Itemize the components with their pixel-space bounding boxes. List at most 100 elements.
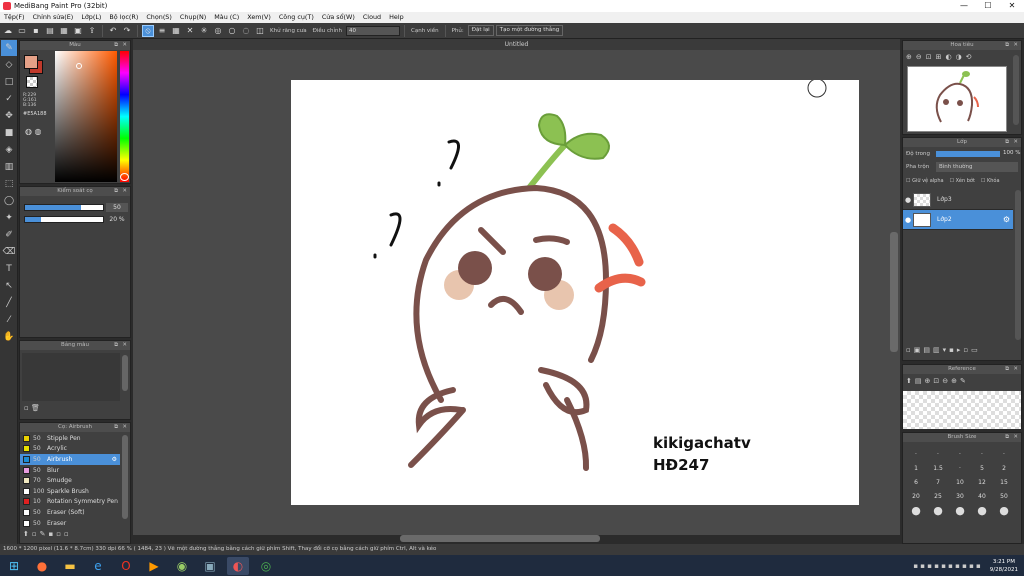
bucket-icon[interactable]: ◈ xyxy=(1,142,17,158)
brush-size-option[interactable]: 50 xyxy=(993,489,1015,503)
correction-select[interactable]: 40 xyxy=(346,25,400,36)
float-icon[interactable]: ⧉ xyxy=(1005,138,1009,147)
brush-item[interactable]: 50 Acrylic xyxy=(20,444,120,455)
redo-icon[interactable]: ↷ xyxy=(121,25,133,37)
menu-snap[interactable]: Chụp(N) xyxy=(176,12,210,23)
reference-preview[interactable] xyxy=(903,391,1021,429)
save-icon[interactable]: ▪ xyxy=(30,25,42,37)
brush-opacity-slider[interactable] xyxy=(24,216,104,223)
drawing-canvas[interactable]: kikigachatv HĐ247 xyxy=(291,78,859,505)
color-wheel-icon[interactable]: ◍ ◍ xyxy=(25,127,42,136)
layer-item-selected[interactable]: ● Lớp2 ⚙ xyxy=(903,210,1013,230)
menu-file[interactable]: Tệp(F) xyxy=(0,12,29,23)
brush-size-option[interactable]: ● xyxy=(971,503,993,517)
gradient-icon[interactable]: ▥ xyxy=(1,159,17,175)
hue-slider[interactable] xyxy=(120,51,129,182)
close-icon[interactable]: ✕ xyxy=(1013,365,1018,374)
opera-icon[interactable]: O xyxy=(115,557,137,575)
brush-item[interactable]: 100 Sparkle Brush xyxy=(20,486,120,497)
float-icon[interactable]: ⧉ xyxy=(114,187,118,196)
navigator-zoom-controls[interactable]: ⊕⊖⊡⊞◐◑⟲ xyxy=(906,53,976,61)
brush-size-option[interactable]: ● xyxy=(905,503,927,517)
palette-scrollbar[interactable] xyxy=(122,355,128,391)
menu-edit[interactable]: Chỉnh sửa(E) xyxy=(29,12,78,23)
brush-actions-toolbar[interactable]: ⬆▫✎▪▫▫ xyxy=(23,530,72,538)
brush-size-option[interactable]: 30 xyxy=(949,489,971,503)
navigator-preview[interactable] xyxy=(907,66,1007,132)
brush-size-option[interactable]: 5 xyxy=(971,461,993,475)
operation-tool-icon[interactable]: ↖ xyxy=(1,278,17,294)
close-icon[interactable]: ✕ xyxy=(122,423,127,432)
brush-size-option[interactable]: ● xyxy=(949,503,971,517)
brush-size-option[interactable]: ● xyxy=(993,503,1015,517)
palette-swatches-area[interactable] xyxy=(22,353,120,401)
maximize-button[interactable]: ☐ xyxy=(976,0,1000,12)
visibility-icon[interactable]: ● xyxy=(903,196,913,204)
brush-list-scrollbar[interactable] xyxy=(122,435,128,519)
brush-size-option[interactable]: 15 xyxy=(993,475,1015,489)
brush-size-option[interactable]: · xyxy=(927,447,949,461)
layer-item[interactable]: ● Lớp3 xyxy=(903,190,1013,210)
document-tab[interactable]: Untitled xyxy=(133,39,900,50)
straight-line-button[interactable]: Tạo một đường thẳng xyxy=(495,25,564,36)
open-icon[interactable]: ▤ xyxy=(44,25,56,37)
hue-cursor[interactable] xyxy=(120,173,129,181)
menu-select[interactable]: Chọn(S) xyxy=(142,12,176,23)
text-tool-icon[interactable]: T xyxy=(1,261,17,277)
lasso-icon[interactable]: ◯ xyxy=(1,193,17,209)
navigator-scrollbar[interactable] xyxy=(1013,55,1019,125)
pattern-ring-icon[interactable]: ○ xyxy=(226,25,238,37)
brush-item[interactable]: 50 Eraser xyxy=(20,518,120,529)
brush-size-option[interactable]: 10 xyxy=(949,475,971,489)
pattern-cross-icon[interactable]: ✕ xyxy=(184,25,196,37)
menu-cloud[interactable]: Cloud xyxy=(359,12,385,23)
layer-scrollbar[interactable] xyxy=(1015,190,1021,340)
close-icon[interactable]: ✕ xyxy=(122,187,127,196)
close-icon[interactable]: ✕ xyxy=(122,341,127,350)
transparent-swatch[interactable] xyxy=(26,76,38,88)
computer-icon[interactable]: ▣ xyxy=(199,557,221,575)
app-icon[interactable]: ◉ xyxy=(171,557,193,575)
brush-size-option[interactable]: 6 xyxy=(905,475,927,489)
firefox-icon[interactable]: ● xyxy=(31,557,53,575)
close-icon[interactable]: ✕ xyxy=(1013,41,1018,50)
divide-tool-icon[interactable]: ╱ xyxy=(1,295,17,311)
close-icon[interactable]: ✕ xyxy=(122,41,127,50)
lock-checkbox[interactable]: ☐ Khóa xyxy=(981,178,1000,184)
chrome-icon[interactable]: ◎ xyxy=(255,557,277,575)
pattern-curve-icon[interactable]: ◌ xyxy=(240,25,252,37)
float-icon[interactable]: ⧉ xyxy=(1005,41,1009,50)
brush-size-option[interactable]: 1.5 xyxy=(927,461,949,475)
select-eraser-icon[interactable]: ⌫ xyxy=(1,244,17,260)
ruler-icon[interactable]: ◫ xyxy=(254,25,266,37)
clock[interactable]: 3:21 PM 9/28/2021 xyxy=(990,558,1018,574)
float-icon[interactable]: ⧉ xyxy=(1005,365,1009,374)
shape-tool-icon[interactable]: □ xyxy=(1,74,17,90)
tray-icons[interactable]: ▪ ▪ ▪ ▪ ▪ ▪ ▪ ▪ ▪ ▪ xyxy=(913,562,980,570)
visibility-icon[interactable]: ● xyxy=(903,216,913,224)
canvas-horizontal-scrollbar[interactable] xyxy=(400,535,600,542)
cloud-upload-icon[interactable]: ☁ xyxy=(2,25,14,37)
grid-icon[interactable]: ▦ xyxy=(58,25,70,37)
brush-item[interactable]: 50 Blur xyxy=(20,465,120,476)
hex-value[interactable]: #E5A188 xyxy=(23,111,47,117)
menu-view[interactable]: Xem(V) xyxy=(243,12,275,23)
brush-tool-icon[interactable]: ✎ xyxy=(1,40,17,56)
minimize-button[interactable]: — xyxy=(952,0,976,12)
brush-item-selected[interactable]: 50 Airbrush ⚙ xyxy=(20,454,120,465)
close-icon[interactable]: ✕ xyxy=(1013,138,1018,147)
brush-size-option[interactable]: · xyxy=(993,447,1015,461)
brush-size-option[interactable]: · xyxy=(949,447,971,461)
anti-alias-label[interactable]: Khử răng cưa xyxy=(268,28,309,34)
brush-size-value[interactable]: 50 xyxy=(106,203,128,212)
brush-size-option[interactable]: 12 xyxy=(971,475,993,489)
brush-size-option[interactable]: 2 xyxy=(993,461,1015,475)
brush-size-option[interactable]: 25 xyxy=(927,489,949,503)
share-icon[interactable]: ⇪ xyxy=(86,25,98,37)
media-player-icon[interactable]: ▶ xyxy=(143,557,165,575)
move-tool-icon[interactable]: ✥ xyxy=(1,108,17,124)
new-file-icon[interactable]: ▭ xyxy=(16,25,28,37)
eyedropper-icon[interactable]: ⁄ xyxy=(1,312,17,328)
gear-icon[interactable]: ⚙ xyxy=(112,456,117,463)
rect-select-icon[interactable]: ⬚ xyxy=(1,176,17,192)
